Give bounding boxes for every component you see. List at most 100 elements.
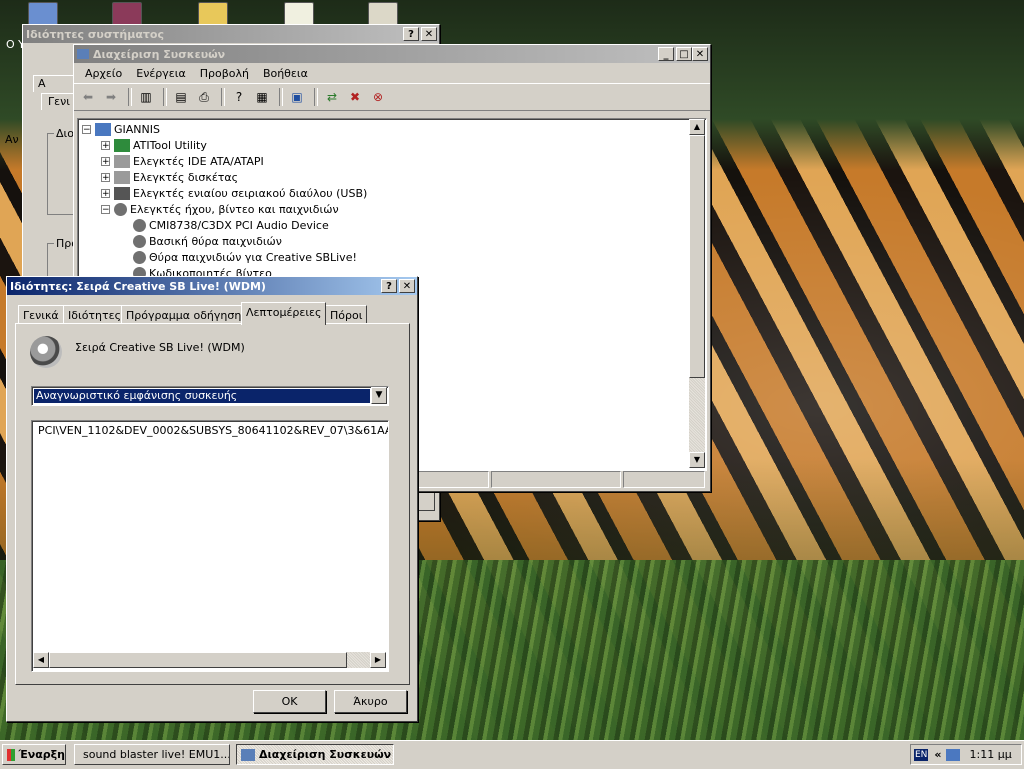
close-button[interactable]: ✕ — [692, 47, 708, 61]
system-tray: EN « 1:11 μμ — [910, 744, 1022, 765]
console-tree-icon[interactable]: ▦ — [252, 88, 272, 106]
chevron-down-icon[interactable]: ▼ — [371, 387, 387, 404]
floppy-controller-icon — [114, 170, 130, 184]
toolbar-separator — [221, 88, 225, 106]
expand-icon[interactable]: + — [101, 156, 110, 166]
scroll-left-button[interactable]: ◀ — [33, 652, 49, 668]
tab-details[interactable]: Λεπτομέρειες — [241, 302, 327, 325]
tree-node-label: Θύρα παιχνιδιών για Creative SBLive! — [149, 250, 357, 264]
tree-node[interactable]: − Ελεγκτές ήχου, βίντεο και παιχνιδιών — [101, 201, 339, 217]
speaker-icon — [133, 250, 146, 264]
forward-arrow-icon[interactable]: ➡ — [101, 88, 121, 106]
menu-action[interactable]: Ενέργεια — [129, 67, 192, 80]
network-icon[interactable] — [945, 748, 960, 761]
property-value-list[interactable]: PCI\VEN_1102&DEV_0002&SUBSYS_80641102&RE… — [31, 420, 389, 672]
menu-file[interactable]: Αρχείο — [78, 67, 129, 80]
taskbar-item-label: sound blaster live! EMU1... — [83, 748, 230, 761]
expand-icon[interactable]: + — [101, 172, 110, 182]
status-pane — [623, 471, 705, 488]
properties-icon[interactable]: ▤ — [171, 88, 191, 106]
tab-label: Γενι — [48, 95, 70, 108]
start-button[interactable]: Έναρξη — [2, 744, 66, 765]
expand-icon[interactable]: + — [101, 188, 110, 198]
scroll-thumb[interactable] — [49, 652, 347, 668]
language-indicator[interactable]: EN — [914, 748, 929, 761]
tree-node-label: Ελεγκτές ήχου, βίντεο και παιχνιδιών — [130, 202, 339, 216]
clock[interactable]: 1:11 μμ — [970, 748, 1012, 761]
cancel-button[interactable]: Άκυρο — [334, 690, 407, 713]
speaker-icon — [114, 202, 127, 216]
desktop-icon-folder[interactable] — [198, 2, 228, 26]
tree-node-label: ATITool Utility — [133, 138, 207, 152]
maximize-button[interactable]: □ — [676, 47, 692, 61]
collapse-icon[interactable]: − — [82, 124, 91, 134]
tree-vertical-scrollbar[interactable]: ▲ ▼ — [689, 119, 705, 468]
expand-icon[interactable]: + — [101, 140, 110, 150]
horizontal-scrollbar[interactable]: ◀ ▶ — [33, 652, 386, 668]
details-tab-panel: Σειρά Creative SB Live! (WDM) Αναγνωριστ… — [15, 323, 410, 685]
update-driver-icon[interactable]: ⇄ — [322, 88, 342, 106]
property-dropdown[interactable]: Αναγνωριστικό εμφάνισης συσκευής ▼ — [31, 386, 389, 406]
close-button[interactable]: ✕ — [421, 27, 437, 41]
collapse-icon[interactable]: − — [101, 204, 110, 214]
device-manager-toolbar: ⬅ ➡ ▥ ▤ ⎙ ? ▦ ▣ ⇄ ✖ ⊗ — [74, 83, 710, 111]
toolbar-separator — [314, 88, 318, 106]
menu-view[interactable]: Προβολή — [193, 67, 256, 80]
tree-node-label: GIANNIS — [114, 122, 160, 136]
back-arrow-icon[interactable]: ⬅ — [78, 88, 98, 106]
help-button[interactable]: ? — [381, 279, 397, 293]
help-icon[interactable]: ? — [229, 88, 249, 106]
button-partial[interactable] — [415, 491, 435, 511]
tree-node[interactable]: − GIANNIS — [82, 121, 160, 137]
start-label: Έναρξη — [18, 748, 65, 761]
ok-button[interactable]: OK — [253, 690, 326, 713]
speaker-icon — [133, 234, 146, 248]
taskbar-item-device-manager[interactable]: Διαχείριση Συσκευών — [236, 744, 394, 765]
uninstall-device-icon[interactable]: ⊗ — [368, 88, 388, 106]
tree-node-label: Ελεγκτές IDE ATA/ATAPI — [133, 154, 264, 168]
scroll-thumb[interactable] — [689, 135, 705, 378]
desktop-icon-file[interactable] — [368, 2, 398, 26]
menu-help[interactable]: Βοήθεια — [256, 67, 315, 80]
tree-node[interactable]: + Ελεγκτές ενιαίου σειριακού διαύλου (USB… — [101, 185, 367, 201]
taskbar-item-label: Διαχείριση Συσκευών — [259, 748, 392, 761]
status-pane — [491, 471, 621, 488]
scan-hardware-icon[interactable]: ▣ — [287, 88, 307, 106]
show-hide-tree-icon[interactable]: ▥ — [136, 88, 156, 106]
system-properties-titlebar[interactable]: Ιδιότητες συστήματος ? ✕ — [23, 25, 439, 43]
print-icon[interactable]: ⎙ — [194, 88, 214, 106]
property-dropdown-value: Αναγνωριστικό εμφάνισης συσκευής — [34, 389, 370, 403]
scroll-down-button[interactable]: ▼ — [689, 452, 705, 468]
tab-general[interactable]: Γενικά — [18, 305, 64, 324]
tray-expand-chevron-icon[interactable]: « — [934, 748, 941, 761]
tab-properties[interactable]: Ιδιότητες — [63, 305, 127, 324]
drive-controller-icon — [114, 154, 130, 168]
tree-node[interactable]: + Ελεγκτές δισκέτας — [101, 169, 238, 185]
disable-device-icon[interactable]: ✖ — [345, 88, 365, 106]
tree-node[interactable]: + Ελεγκτές IDE ATA/ATAPI — [101, 153, 264, 169]
scroll-up-button[interactable]: ▲ — [689, 119, 705, 135]
taskbar-item-browser[interactable]: sound blaster live! EMU1... — [74, 744, 230, 765]
device-properties-titlebar[interactable]: Ιδιότητες: Σειρά Creative SB Live! (WDM)… — [7, 277, 417, 295]
system-properties-title: Ιδιότητες συστήματος — [26, 27, 164, 41]
help-button[interactable]: ? — [403, 27, 419, 41]
device-manager-titlebar[interactable]: Διαχείριση Συσκευών _ □ ✕ — [74, 45, 710, 63]
device-manager-title: Διαχείριση Συσκευών — [93, 47, 226, 61]
scroll-right-button[interactable]: ▶ — [370, 652, 386, 668]
close-button[interactable]: ✕ — [399, 279, 415, 293]
tree-node[interactable]: Βασική θύρα παιχνιδιών — [120, 233, 282, 249]
desktop-icon-document[interactable] — [284, 2, 314, 26]
tab-driver[interactable]: Πρόγραμμα οδήγησης — [121, 305, 253, 324]
tab-resources[interactable]: Πόροι — [325, 305, 368, 324]
tree-node-label: CMI8738/C3DX PCI Audio Device — [149, 218, 329, 232]
property-value-item[interactable]: PCI\VEN_1102&DEV_0002&SUBSYS_80641102&RE… — [38, 424, 388, 437]
tree-node[interactable]: CMI8738/C3DX PCI Audio Device — [120, 217, 329, 233]
tree-node-label: Ελεγκτές δισκέτας — [133, 170, 239, 184]
minimize-button[interactable]: _ — [658, 47, 674, 61]
tree-node[interactable]: + ATITool Utility — [101, 137, 207, 153]
usb-icon — [114, 186, 130, 200]
desktop-icon-winrar[interactable] — [112, 2, 142, 26]
toolbar-separator — [128, 88, 132, 106]
desktop-icon-my-computer[interactable] — [28, 2, 58, 26]
tree-node[interactable]: Θύρα παιχνιδιών για Creative SBLive! — [120, 249, 357, 265]
